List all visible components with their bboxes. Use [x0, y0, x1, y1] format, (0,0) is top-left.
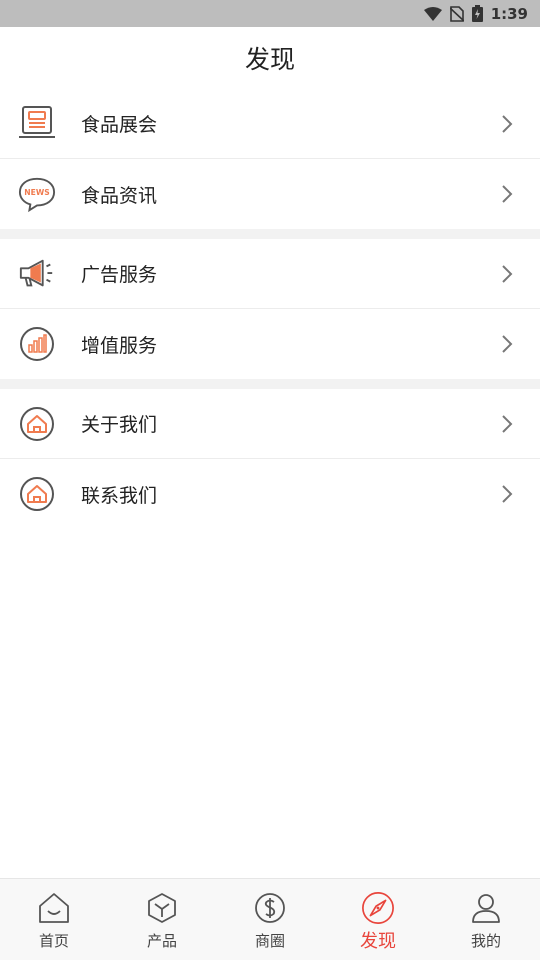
- menu-item-label: 联系我们: [81, 484, 158, 507]
- news-icon: NEWS: [18, 175, 56, 213]
- page-title: 发现: [244, 45, 295, 74]
- chevron-right-icon: [500, 334, 514, 354]
- menu-item-ad-service[interactable]: 广告服务: [0, 239, 540, 309]
- tab-label: 发现: [360, 931, 396, 952]
- tab-home[interactable]: 首页: [0, 879, 108, 960]
- status-time: 1:39: [490, 4, 528, 23]
- menu-item-food-exhibition[interactable]: 食品展会: [0, 89, 540, 159]
- dollar-icon: [253, 891, 287, 925]
- home-tab-icon: [37, 891, 71, 925]
- battery-charging-icon: [471, 5, 483, 22]
- user-icon: [469, 891, 503, 925]
- chevron-right-icon: [500, 264, 514, 284]
- chevron-right-icon: [500, 184, 514, 204]
- section-divider: [0, 379, 540, 389]
- menu-item-label: 食品展会: [81, 114, 158, 136]
- tab-label: 产品: [146, 932, 177, 950]
- tab-product[interactable]: 产品: [108, 879, 216, 960]
- discover-menu-list: 食品展会 NEWS 食品资讯 广告服务 增值服务 关于我们 联系我们: [0, 89, 540, 529]
- tab-label: 我的: [470, 932, 501, 950]
- bottom-tab-bar: 首页 产品 商圈 发现 我的: [0, 878, 540, 960]
- tab-discover[interactable]: 发现: [324, 879, 432, 960]
- tab-business-circle[interactable]: 商圈: [216, 879, 324, 960]
- chevron-right-icon: [500, 114, 514, 134]
- megaphone-icon: [18, 255, 56, 293]
- home-icon: [18, 475, 56, 513]
- menu-item-label: 增值服务: [81, 334, 158, 357]
- menu-item-value-added-service[interactable]: 增值服务: [0, 309, 540, 379]
- tab-label: 商圈: [254, 932, 285, 950]
- status-bar: 1:39: [0, 0, 540, 27]
- menu-item-about-us[interactable]: 关于我们: [0, 389, 540, 459]
- menu-item-label: 广告服务: [81, 264, 158, 286]
- tab-mine[interactable]: 我的: [432, 879, 540, 960]
- product-cube-icon: [145, 891, 179, 925]
- menu-item-label: 关于我们: [81, 414, 158, 436]
- menu-item-label: 食品资讯: [81, 184, 158, 207]
- compass-icon: [361, 891, 395, 925]
- news-icon-text: NEWS: [24, 188, 49, 197]
- chevron-right-icon: [500, 484, 514, 504]
- wifi-icon: [423, 6, 442, 21]
- menu-item-food-news[interactable]: NEWS 食品资讯: [0, 159, 540, 229]
- section-divider: [0, 229, 540, 239]
- chart-icon: [18, 325, 56, 363]
- menu-item-contact-us[interactable]: 联系我们: [0, 459, 540, 529]
- no-sim-icon: [449, 5, 464, 22]
- tab-label: 首页: [38, 932, 69, 950]
- exhibition-icon: [18, 105, 56, 143]
- nav-bar: 发现: [0, 27, 540, 89]
- home-icon: [18, 405, 56, 443]
- chevron-right-icon: [500, 414, 514, 434]
